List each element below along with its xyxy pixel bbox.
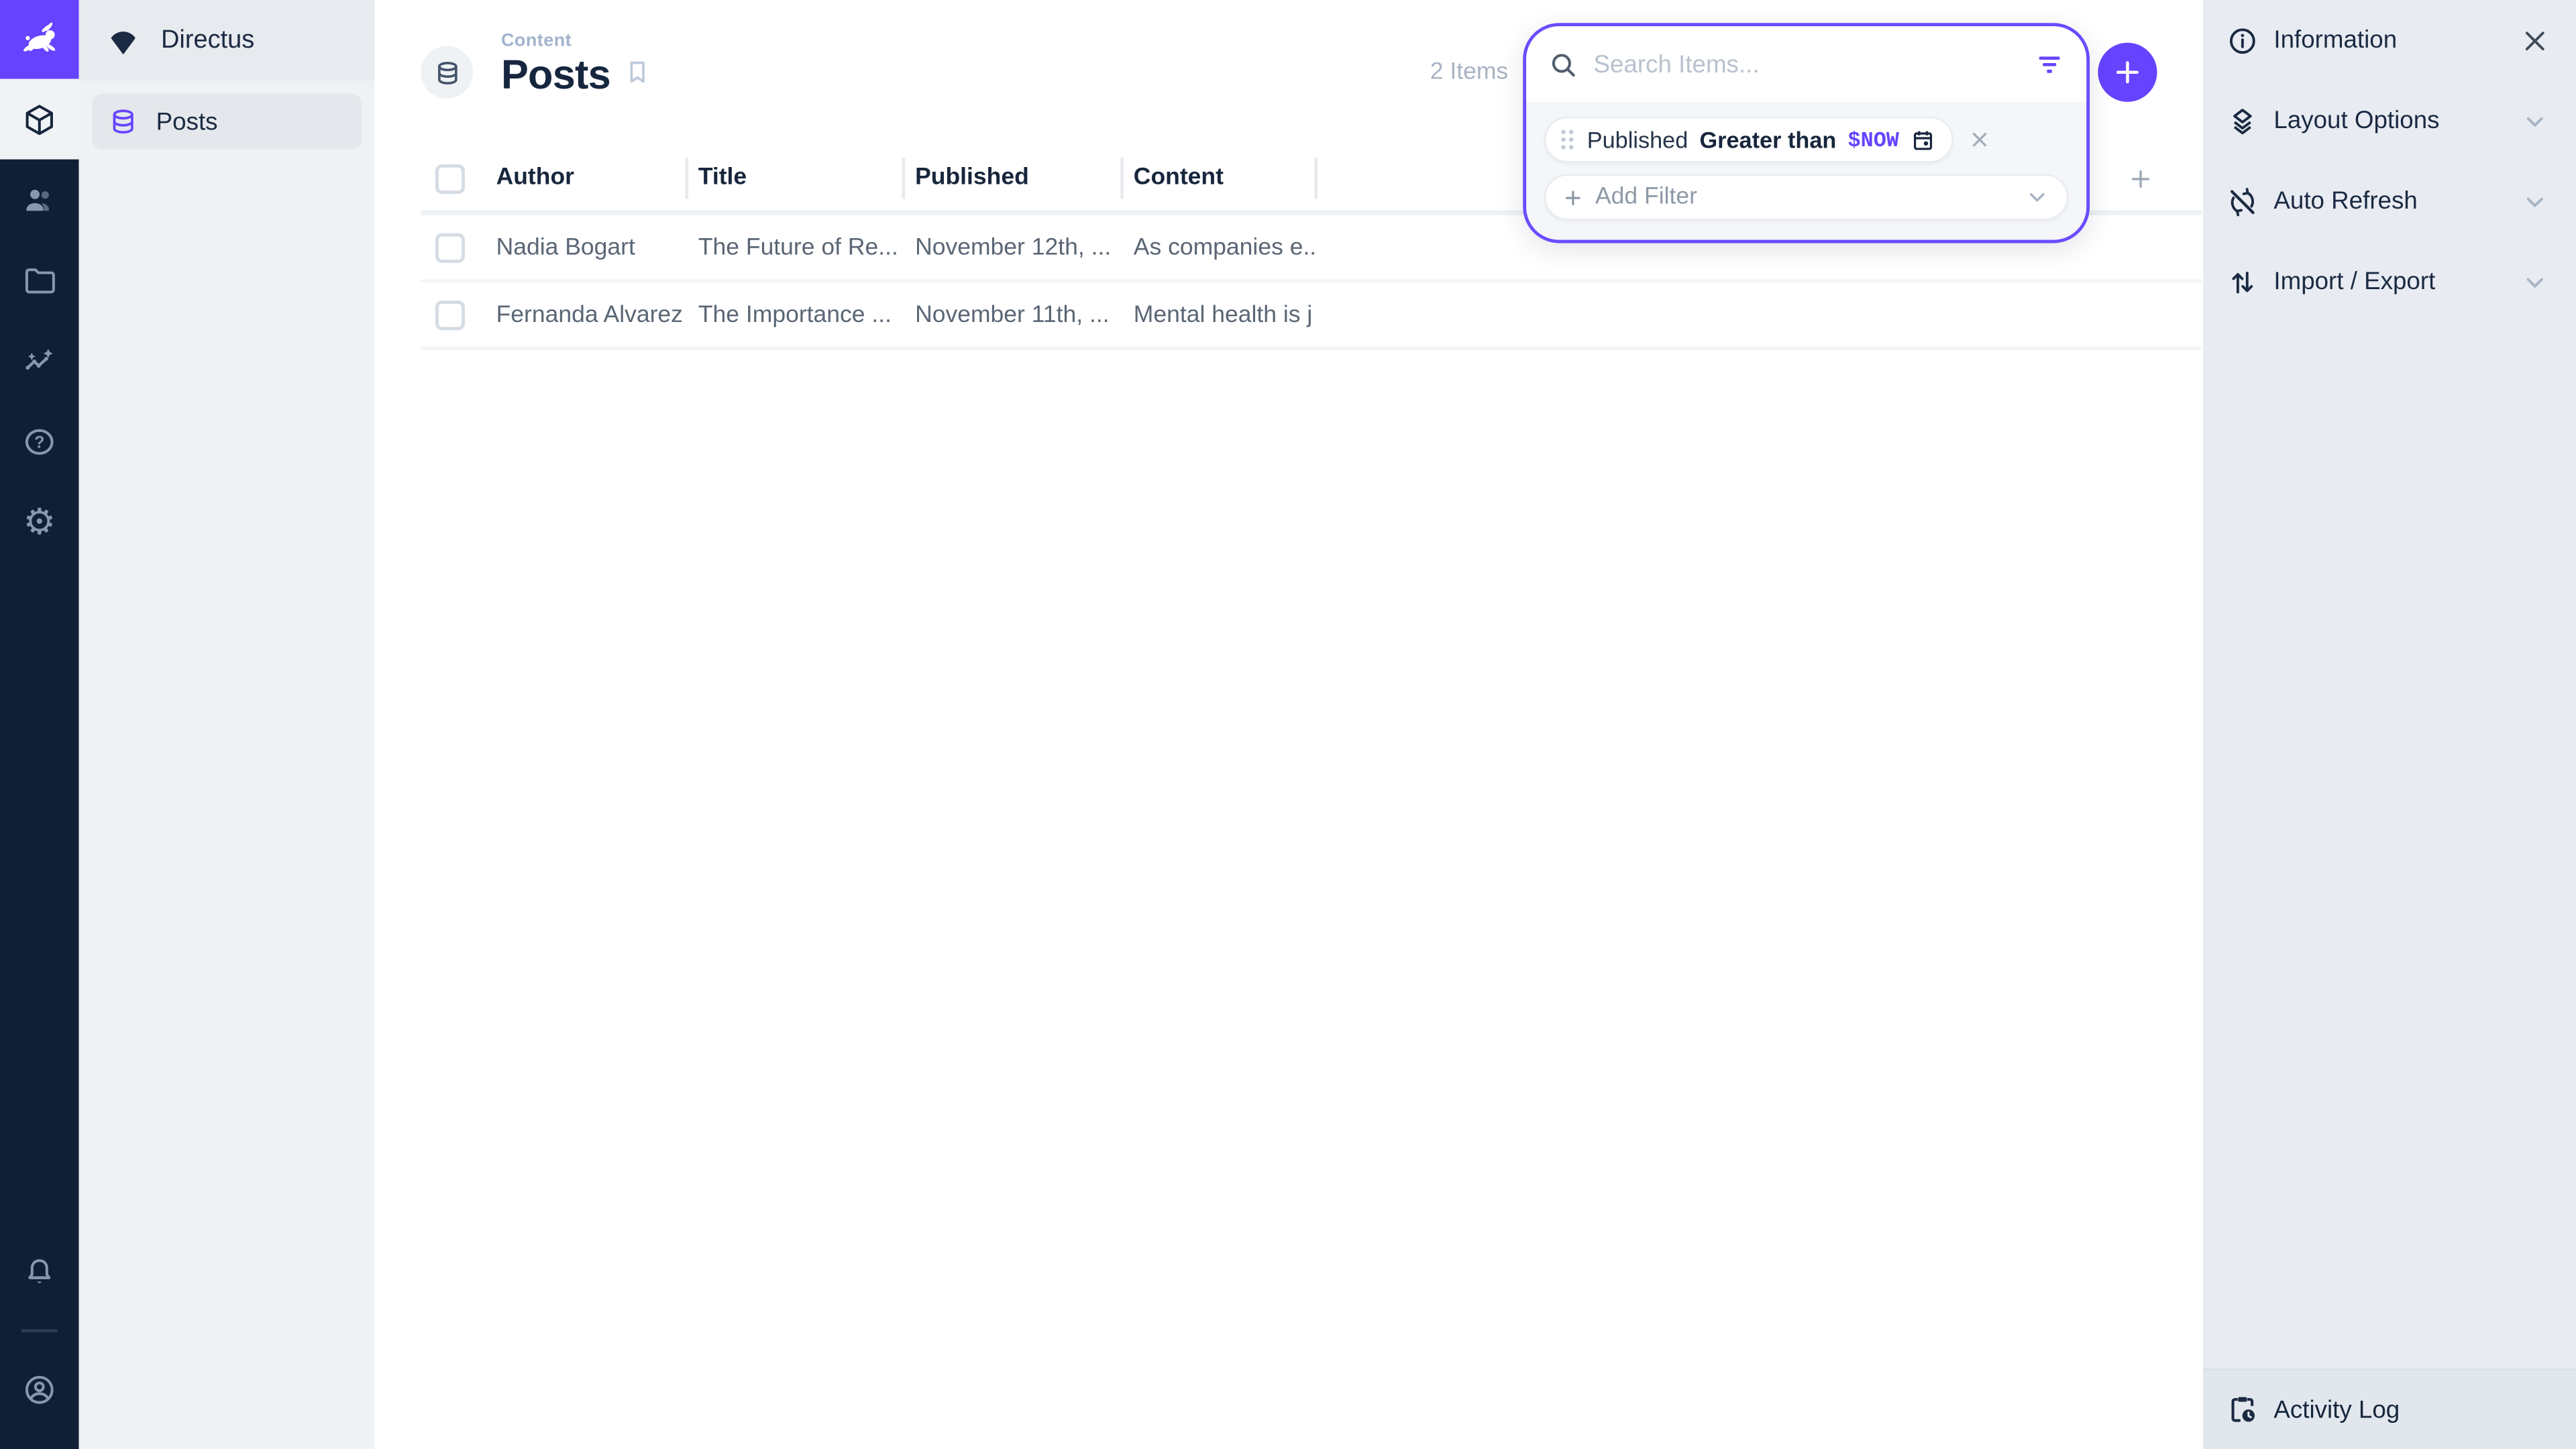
chevron-down-icon[interactable] xyxy=(2024,184,2050,210)
module-bar: ? ⚙ xyxy=(0,0,79,1449)
search-filter-panel: Published Greater than $NOW xyxy=(1523,23,2090,243)
create-item-button[interactable] xyxy=(2098,43,2157,102)
box-icon xyxy=(21,101,58,138)
folder-icon xyxy=(21,262,58,299)
project-chooser[interactable]: Directus xyxy=(79,0,375,80)
cell-content: Mental health is j... xyxy=(1120,301,1314,327)
help-icon: ? xyxy=(21,423,58,460)
fan-logo-icon xyxy=(107,24,140,57)
filter-rule-pill[interactable]: Published Greater than $NOW xyxy=(1544,117,1953,163)
database-icon xyxy=(109,107,138,136)
account-button[interactable] xyxy=(0,1349,79,1430)
nav-sidebar: Directus Posts xyxy=(79,0,375,1449)
main-content: Content Posts 2 Items xyxy=(374,0,2203,1449)
activity-log-icon xyxy=(2226,1393,2259,1426)
activity-log-label: Activity Log xyxy=(2273,1395,2553,1424)
row-checkbox[interactable] xyxy=(435,300,465,329)
account-circle-icon xyxy=(21,1371,58,1407)
select-all-checkbox[interactable] xyxy=(435,164,465,193)
module-files[interactable] xyxy=(0,240,79,321)
table-row[interactable]: Fernanda Alvarez The Importance ... Nove… xyxy=(421,282,2202,350)
search-row xyxy=(1526,26,2086,102)
sidebar-section-auto-refresh[interactable]: Auto Refresh xyxy=(2203,161,2576,241)
project-logo-button[interactable] xyxy=(0,0,79,79)
title-group: Content Posts xyxy=(501,32,610,101)
bell-icon xyxy=(21,1254,58,1291)
cell-title: The Future of Re... xyxy=(685,234,902,260)
project-name: Directus xyxy=(161,25,254,55)
search-icon xyxy=(1548,48,1579,80)
people-icon xyxy=(21,182,58,218)
cell-content: As companies e... xyxy=(1120,234,1314,260)
filter-icon[interactable] xyxy=(2034,48,2065,80)
chevron-down-icon[interactable] xyxy=(2520,106,2550,136)
activity-log-button[interactable]: Activity Log xyxy=(2203,1368,2576,1449)
sync-disabled-icon xyxy=(2226,185,2259,218)
row-checkbox[interactable] xyxy=(435,233,465,262)
module-users[interactable] xyxy=(0,160,79,240)
svg-text:?: ? xyxy=(34,433,44,451)
filter-value[interactable]: $NOW xyxy=(1847,127,1898,152)
right-sidebar: Information Layout Options xyxy=(2203,0,2576,1449)
module-content[interactable] xyxy=(0,79,79,160)
insights-icon xyxy=(21,343,58,379)
breadcrumb: Content xyxy=(501,32,610,51)
column-header-title[interactable]: Title xyxy=(685,142,902,215)
page-title: Posts xyxy=(501,52,610,100)
module-help[interactable]: ? xyxy=(0,401,79,482)
calendar-icon[interactable] xyxy=(1911,127,1935,152)
close-icon[interactable] xyxy=(2520,25,2550,55)
nav-item-label: Posts xyxy=(156,107,218,136)
chevron-down-icon[interactable] xyxy=(2520,186,2550,216)
sidebar-section-label: Layout Options xyxy=(2273,107,2505,135)
sidebar-section-label: Information xyxy=(2273,26,2505,54)
column-header-author[interactable]: Author xyxy=(483,142,685,215)
cell-published: November 11th, ... xyxy=(902,301,1120,327)
row-select-cell xyxy=(421,300,483,329)
plus-icon xyxy=(2111,56,2144,89)
sidebar-section-information[interactable]: Information xyxy=(2203,0,2576,80)
layers-icon xyxy=(2226,105,2259,138)
app: ? ⚙ xyxy=(0,0,2576,1449)
rabbit-logo-icon xyxy=(16,16,62,62)
collection-badge xyxy=(421,46,473,99)
row-select-cell xyxy=(421,233,483,262)
cell-title: The Importance ... xyxy=(685,301,902,327)
module-bar-divider xyxy=(21,1329,58,1332)
filter-rule-row: Published Greater than $NOW xyxy=(1544,117,2068,163)
database-icon xyxy=(433,58,461,87)
column-header-published[interactable]: Published xyxy=(902,142,1120,215)
filter-field: Published xyxy=(1587,127,1688,153)
sidebar-section-layout-options[interactable]: Layout Options xyxy=(2203,80,2576,161)
column-header-content[interactable]: Content xyxy=(1120,142,1314,215)
select-all-cell xyxy=(421,164,483,193)
search-input[interactable] xyxy=(1594,50,2019,78)
sidebar-section-label: Import / Export xyxy=(2273,268,2505,296)
cell-author: Nadia Bogart xyxy=(483,234,685,260)
nav-item-posts[interactable]: Posts xyxy=(92,94,362,150)
chevron-down-icon[interactable] xyxy=(2520,267,2550,297)
add-filter-label: Add Filter xyxy=(1595,184,2012,210)
sidebar-section-import-export[interactable]: Import / Export xyxy=(2203,241,2576,322)
sidebar-section-label: Auto Refresh xyxy=(2273,187,2505,215)
cell-published: November 12th, ... xyxy=(902,234,1120,260)
remove-filter-icon[interactable] xyxy=(1968,128,1991,151)
module-insights[interactable] xyxy=(0,321,79,401)
module-settings[interactable]: ⚙ xyxy=(0,482,79,562)
collections-list: Posts xyxy=(79,80,375,162)
settings-icon: ⚙ xyxy=(23,504,56,540)
info-icon xyxy=(2226,24,2259,57)
filter-operator[interactable]: Greater than xyxy=(1699,127,1836,153)
plus-icon xyxy=(1562,186,1584,208)
notifications-button[interactable] xyxy=(0,1232,79,1313)
bookmark-icon[interactable] xyxy=(623,58,652,87)
add-filter-button[interactable]: Add Filter xyxy=(1544,174,2068,221)
filter-zone: Published Greater than $NOW xyxy=(1526,102,2086,240)
drag-handle-icon[interactable] xyxy=(1559,128,1575,151)
module-bar-spacer xyxy=(0,562,79,1232)
cell-author: Fernanda Alvarez xyxy=(483,301,685,327)
items-count: 2 Items xyxy=(1360,59,1508,85)
swap-vert-icon xyxy=(2226,266,2259,299)
